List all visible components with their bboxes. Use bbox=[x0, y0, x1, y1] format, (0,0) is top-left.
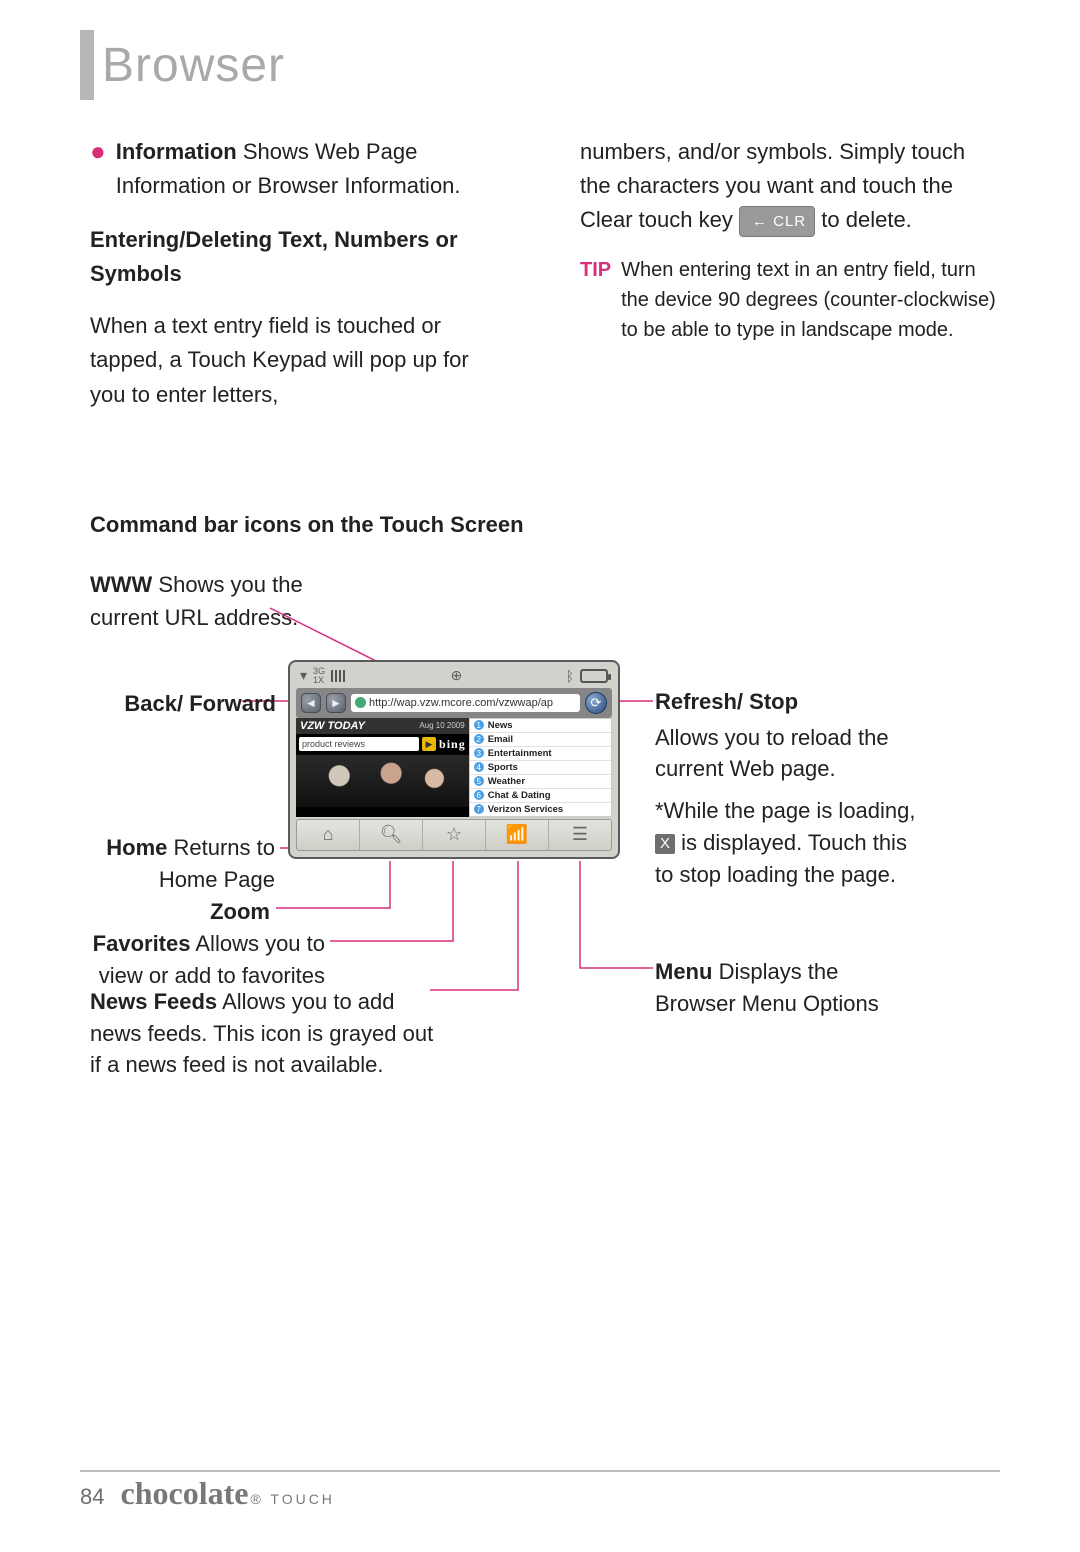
page-title-wrap: Browser bbox=[80, 30, 1000, 100]
backfwd-callout: Back/ Forward bbox=[106, 688, 276, 720]
col2-body: numbers, and/or symbols. Simply touch th… bbox=[580, 135, 1000, 237]
portal-date: Aug 10 2009 bbox=[419, 721, 464, 730]
page-number: 84 bbox=[80, 1484, 104, 1510]
portal-link[interactable]: 2Email bbox=[470, 733, 611, 747]
right-column: numbers, and/or symbols. Simply touch th… bbox=[580, 135, 1000, 412]
favorites-callout: Favorites Allows you to view or add to f… bbox=[80, 928, 325, 992]
menu-icon[interactable]: ☰ bbox=[549, 820, 611, 850]
back-button[interactable]: ◄ bbox=[301, 693, 321, 713]
diagram-area: WWW Shows you the current URL address. ▾… bbox=[80, 568, 1000, 1088]
location-icon: ⊕ bbox=[450, 667, 462, 684]
portal-links: 1News 2Email 3Entertainment 4Sports 5Wea… bbox=[469, 718, 612, 817]
info-label: Information bbox=[116, 139, 237, 164]
bing-logo: bing bbox=[439, 737, 466, 752]
zoom-callout: Zoom bbox=[190, 896, 270, 928]
portal-link[interactable]: 7Verizon Services bbox=[470, 803, 611, 816]
info-bullet: ● Information Shows Web Page Information… bbox=[90, 135, 510, 203]
left-column: ● Information Shows Web Page Information… bbox=[80, 135, 510, 412]
favorites-icon[interactable]: ☆ bbox=[423, 820, 486, 850]
portal-link[interactable]: 3Entertainment bbox=[470, 747, 611, 761]
footer-rule bbox=[80, 1470, 1000, 1472]
search-go-button[interactable]: ▶ bbox=[422, 737, 436, 751]
stop-x-icon: X bbox=[655, 834, 675, 854]
portal-link[interactable]: 4Sports bbox=[470, 761, 611, 775]
command-toolbar: ⌂ 🔍︎ ☆ 📶 ☰ bbox=[296, 819, 612, 851]
net-3g-icon: 3G1X bbox=[313, 667, 325, 685]
forward-button[interactable]: ► bbox=[326, 693, 346, 713]
address-bar: ◄ ► http://wap.vzw.mcore.com/vzwwap/ap ⟳ bbox=[296, 688, 612, 718]
search-input[interactable]: product reviews bbox=[299, 737, 419, 751]
refresh-callout: Refresh/ Stop Allows you to reload the c… bbox=[655, 686, 925, 891]
tip-text: When entering text in an entry field, tu… bbox=[621, 255, 1000, 345]
portal-link[interactable]: 6Chat & Dating bbox=[470, 789, 611, 803]
status-bar: ▾ 3G1X ⊕ ᛒ bbox=[296, 667, 612, 688]
newsfeeds-callout: News Feeds Allows you to add news feeds.… bbox=[90, 986, 450, 1082]
url-field[interactable]: http://wap.vzw.mcore.com/vzwwap/ap bbox=[351, 694, 580, 712]
bluetooth-icon: ᛒ bbox=[566, 668, 574, 684]
brand-logo: chocolate bbox=[120, 1475, 248, 1511]
clr-key-chip: ← CLR bbox=[739, 206, 815, 237]
page-title: Browser bbox=[102, 38, 285, 93]
portal-link[interactable]: 1News bbox=[470, 719, 611, 733]
rss-icon[interactable]: 📶 bbox=[486, 820, 549, 850]
subhead-entering: Entering/Deleting Text, Numbers or Symbo… bbox=[90, 223, 510, 291]
signal-icon: ▾ bbox=[300, 667, 307, 684]
portal-link[interactable]: 5Weather bbox=[470, 775, 611, 789]
globe-icon bbox=[355, 697, 366, 708]
zoom-icon[interactable]: 🔍︎ bbox=[360, 820, 423, 850]
vzw-brand: VZW TODAY bbox=[300, 720, 365, 732]
title-accent-bar bbox=[80, 30, 94, 100]
section-head-commandbar: Command bar icons on the Touch Screen bbox=[80, 512, 1000, 538]
bullet-dot-icon: ● bbox=[90, 138, 106, 203]
brand-sub: ® TOUCH bbox=[250, 1491, 334, 1507]
portal-photo bbox=[296, 755, 469, 807]
col2-body-2: to delete. bbox=[821, 207, 912, 232]
footer: 84 chocolate® TOUCH bbox=[80, 1475, 335, 1512]
portal-left: VZW TODAY Aug 10 2009 product reviews ▶ … bbox=[296, 718, 469, 817]
battery-icon bbox=[580, 669, 608, 683]
home-callout: Home Returns to Home Page bbox=[80, 832, 275, 896]
signal-bars-icon bbox=[331, 670, 347, 682]
phone-mock: ▾ 3G1X ⊕ ᛒ ◄ ► http://wap.vzw.mcore.com/… bbox=[288, 660, 620, 859]
menu-callout: Menu Displays the Browser Menu Options bbox=[655, 956, 925, 1020]
home-icon[interactable]: ⌂ bbox=[297, 820, 360, 850]
tip-label: TIP bbox=[580, 255, 611, 345]
col1-body: When a text entry field is touched or ta… bbox=[90, 309, 510, 411]
refresh-button[interactable]: ⟳ bbox=[585, 692, 607, 714]
www-callout: WWW Shows you the current URL address. bbox=[90, 568, 370, 634]
